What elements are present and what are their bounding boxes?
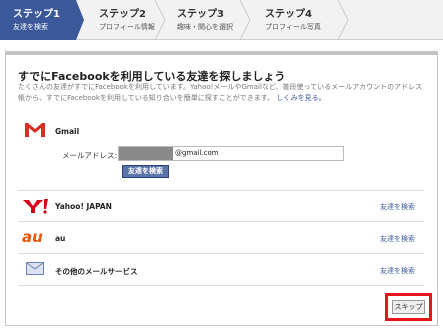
description-text: たくさんの友達がすでにFacebookを利用しています。Yahoo!メールやGm…: [18, 83, 423, 102]
email-domain: @gmail.com: [175, 149, 219, 157]
page-description: たくさんの友達がすでにFacebookを利用しています。Yahoo!メールやGm…: [18, 82, 423, 104]
other-mail-find-friends-link[interactable]: 友達を検索: [380, 266, 415, 276]
skip-highlight: スキップ: [385, 293, 432, 321]
envelope-icon: [26, 262, 44, 275]
yahoo-icon: [23, 199, 48, 214]
divider: [18, 285, 424, 286]
au-icon: au: [22, 230, 43, 244]
step-4: ステップ4 プロフィール写真: [245, 0, 345, 40]
au-label: au: [55, 234, 66, 243]
step-1: ステップ1 友達を検索: [0, 0, 76, 40]
email-field[interactable]: @gmail.com: [118, 146, 344, 161]
steps-bar: ステップ1 友達を検索 ステップ2 プロフィール情報 ステップ3 趣味・関心を選…: [0, 0, 443, 40]
gmail-find-friends-button[interactable]: 友達を検索: [122, 165, 169, 178]
step-4-label: プロフィール写真: [265, 23, 321, 31]
step-3-label: 趣味・関心を選択: [177, 23, 233, 31]
other-mail-label: その他のメールサービス: [55, 267, 138, 276]
divider: [18, 253, 424, 254]
email-address-label: メールアドレス:: [62, 151, 118, 160]
gmail-icon: [24, 122, 46, 138]
email-username-redacted: [119, 147, 173, 160]
step-3-number: ステップ3: [177, 9, 224, 20]
divider: [18, 190, 424, 191]
yahoo-find-friends-link[interactable]: 友達を検索: [380, 202, 415, 212]
gmail-label: Gmail: [55, 127, 80, 136]
step-chevron-icon: [338, 0, 349, 40]
learn-more-link[interactable]: しくみを見る。: [276, 94, 325, 102]
skip-button[interactable]: スキップ: [392, 300, 425, 314]
step-3: ステップ3 趣味・関心を選択: [157, 0, 247, 40]
step-1-number: ステップ1: [13, 9, 60, 20]
step-1-label: 友達を検索: [13, 23, 48, 31]
yahoo-label: Yahoo! JAPAN: [55, 202, 112, 211]
divider: [18, 221, 424, 222]
step-4-number: ステップ4: [265, 9, 312, 20]
svg-text:au: au: [22, 230, 43, 244]
step-2: ステップ2 プロフィール情報: [79, 0, 165, 40]
au-find-friends-link[interactable]: 友達を検索: [380, 234, 415, 244]
